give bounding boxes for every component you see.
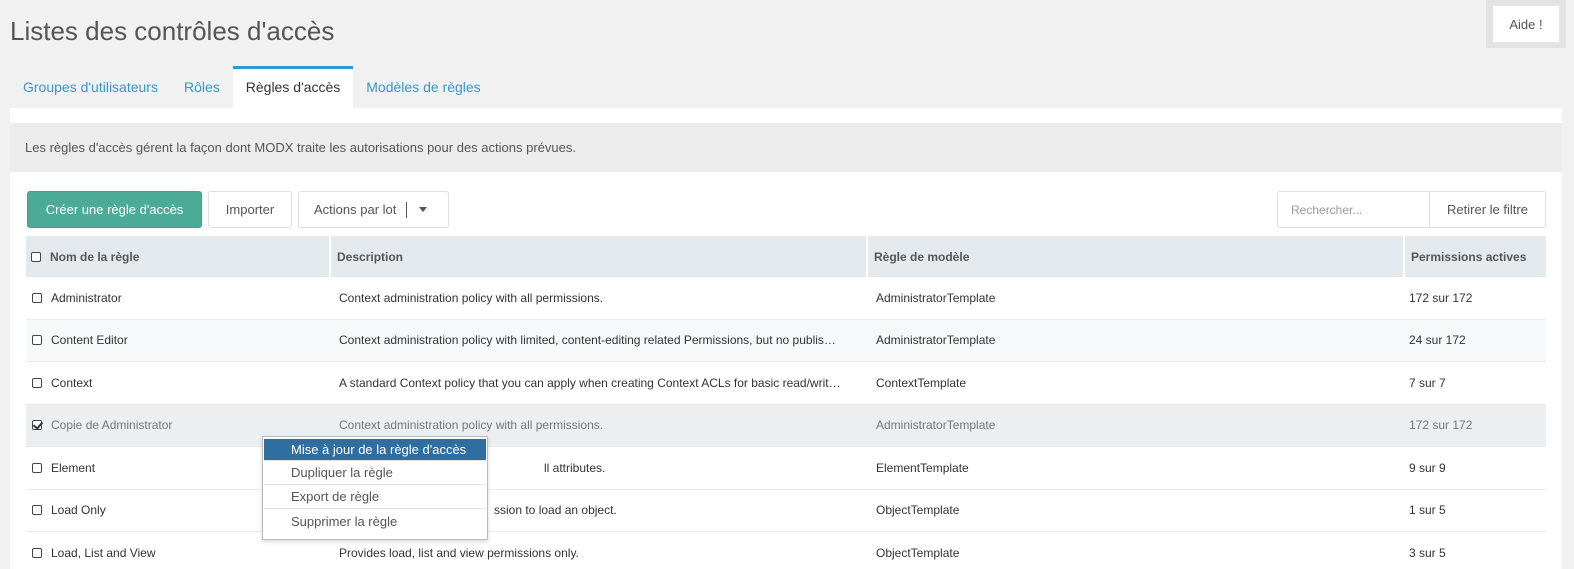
policy-description: Context administration policy with limit… [339, 333, 836, 348]
select-all-checkbox[interactable] [31, 251, 41, 262]
policy-description: Context administration policy with all p… [339, 290, 604, 305]
row-checkbox[interactable] [32, 377, 42, 388]
policy-description: A standard Context policy that you can a… [339, 375, 841, 390]
policy-template: ObjectTemplate [876, 503, 960, 518]
page-title: Listes des contrôles d'accès [10, 16, 335, 46]
tab-bar: Groupes d'utilisateurs Rôles Règles d'ac… [10, 66, 494, 108]
policy-template: AdministratorTemplate [876, 418, 996, 433]
tab-user-groups[interactable]: Groupes d'utilisateurs [10, 66, 171, 108]
policies-panel: Les règles d'accès gérent la façon dont … [10, 108, 1562, 569]
menu-item-duplicate-policy[interactable]: Dupliquer la règle [264, 461, 486, 485]
policy-template: AdministratorTemplate [876, 333, 996, 348]
policy-permissions: 1 sur 5 [1409, 503, 1446, 518]
policy-template: ContextTemplate [876, 375, 967, 390]
row-checkbox[interactable] [32, 335, 42, 346]
tab-policy-templates[interactable]: Modèles de règles [353, 66, 493, 108]
menu-item-delete-policy[interactable]: Supprimer la règle [264, 509, 486, 533]
policy-name: Administrator [51, 290, 122, 305]
batch-actions-button[interactable]: Actions par lot [298, 191, 449, 228]
help-button[interactable]: Aide ! [1492, 5, 1560, 43]
policy-template: ElementTemplate [876, 460, 969, 475]
policy-name: Element [51, 460, 96, 475]
context-menu: Mise à jour de la règle d'accès Duplique… [262, 436, 488, 540]
row-checkbox-checked[interactable] [32, 420, 42, 431]
grid-header: Nom de la règle Description Règle de mod… [26, 236, 1546, 277]
column-header-name[interactable]: Nom de la règle [26, 236, 331, 277]
policy-name: Context [51, 375, 93, 390]
clear-filter-button[interactable]: Retirer le filtre [1429, 191, 1546, 228]
policy-name: Content Editor [51, 333, 128, 348]
policy-permissions: 9 sur 9 [1409, 460, 1446, 475]
batch-actions-label: Actions par lot [314, 202, 397, 217]
policy-permissions: 7 sur 7 [1409, 375, 1446, 390]
table-row-selected[interactable]: Copie de Administrator Context administr… [26, 404, 1546, 447]
caret-down-icon [419, 207, 428, 212]
row-checkbox[interactable] [32, 505, 42, 516]
create-policy-button[interactable]: Créer une règle d'accès [27, 191, 202, 228]
table-row[interactable]: Element ll attributes. ElementTemplate 9… [26, 447, 1546, 490]
import-button[interactable]: Importer [208, 191, 292, 228]
policy-permissions: 172 sur 172 [1409, 290, 1473, 305]
column-header-template[interactable]: Règle de modèle [868, 236, 1405, 277]
policy-template: ObjectTemplate [876, 545, 960, 560]
policy-permissions: 3 sur 5 [1409, 545, 1446, 560]
tab-roles[interactable]: Rôles [171, 66, 233, 108]
row-checkbox[interactable] [32, 462, 42, 473]
menu-item-update-policy[interactable]: Mise à jour de la règle d'accès [264, 439, 486, 461]
table-row[interactable]: Administrator Context administration pol… [26, 277, 1546, 320]
policy-description: Provides load, list and view permissions… [339, 545, 579, 560]
help-area: Aide ! [1486, 0, 1566, 48]
table-row[interactable]: Context A standard Context policy that y… [26, 362, 1546, 405]
policy-template: AdministratorTemplate [876, 290, 996, 305]
policy-permissions: 172 sur 172 [1409, 418, 1473, 433]
policy-name: Load, List and View [51, 545, 156, 560]
table-row[interactable]: Load, List and View Provides load, list … [26, 532, 1546, 569]
row-checkbox[interactable] [32, 292, 42, 303]
policy-description: Context administration policy with all p… [339, 418, 604, 433]
intro-text: Les règles d'accès gérent la façon dont … [10, 123, 1562, 172]
policy-name: Copie de Administrator [51, 418, 173, 433]
search-input[interactable] [1277, 191, 1430, 228]
table-row[interactable]: Load Only ssion to load an object. Objec… [26, 489, 1546, 532]
policies-grid: Nom de la règle Description Règle de mod… [26, 236, 1546, 569]
tab-access-policies[interactable]: Règles d'accès [232, 66, 354, 108]
row-checkbox[interactable] [32, 547, 42, 558]
menu-item-export-policy[interactable]: Export de règle [264, 485, 486, 509]
separator [406, 201, 408, 218]
policy-permissions: 24 sur 172 [1409, 333, 1466, 348]
policy-name: Load Only [51, 503, 106, 518]
column-header-permissions[interactable]: Permissions actives [1405, 236, 1546, 277]
column-header-description[interactable]: Description [331, 236, 868, 277]
table-row[interactable]: Content Editor Context administration po… [26, 319, 1546, 362]
